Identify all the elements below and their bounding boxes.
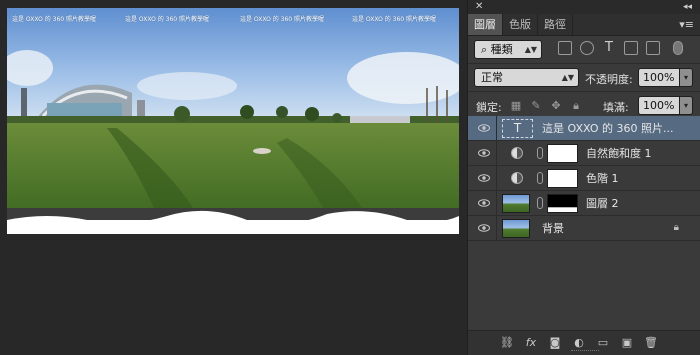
filter-pixel-layers-icon[interactable] bbox=[558, 41, 572, 55]
blend-mode-value: 正常 bbox=[481, 71, 503, 84]
panel-menu-icon[interactable]: ▾≡ bbox=[679, 18, 694, 31]
link-icon[interactable] bbox=[537, 172, 543, 184]
group-icon[interactable]: ▭ bbox=[596, 336, 610, 350]
chevron-updown-icon: ▲▼ bbox=[524, 45, 537, 54]
fx-icon[interactable]: fx bbox=[524, 336, 538, 350]
watermark-text: 這是 OXXO 的 360 照片教學喔 bbox=[12, 16, 96, 23]
document-canvas-area: 這是 OXXO 的 360 照片教學喔 這是 OXXO 的 360 照片教學喔 … bbox=[0, 0, 466, 355]
layer-filter-dropdown[interactable]: ⌕ 種類 ▲▼ bbox=[474, 40, 542, 59]
layer-name: 這是 OXXO 的 360 照片... bbox=[542, 122, 674, 135]
watermark-text: 這是 OXXO 的 360 照片教學喔 bbox=[352, 16, 436, 23]
fill-label: 填滿: bbox=[603, 101, 629, 114]
divider bbox=[496, 191, 497, 216]
eye-icon[interactable] bbox=[478, 197, 490, 209]
filter-type-layers-icon[interactable]: T bbox=[602, 41, 616, 55]
text-layer-thumbnail-icon: T bbox=[502, 119, 533, 138]
layer-thumbnail bbox=[502, 219, 530, 238]
layer-filter-row: ⌕ 種類 ▲▼ T bbox=[468, 36, 700, 64]
layer-row-background[interactable]: 背景 🔒︎ bbox=[468, 216, 700, 241]
link-icon[interactable] bbox=[537, 147, 543, 159]
tab-paths[interactable]: 路徑 bbox=[538, 14, 573, 35]
add-mask-icon[interactable]: ◙ bbox=[548, 336, 562, 350]
opacity-label: 不透明度: bbox=[585, 73, 633, 86]
filter-adjustment-layers-icon[interactable] bbox=[580, 41, 594, 55]
lock-icon: 🔒︎ bbox=[673, 222, 679, 233]
close-icon[interactable]: ✕ bbox=[475, 0, 483, 14]
fill-slider-toggle[interactable]: ▾ bbox=[679, 96, 693, 115]
eye-icon[interactable] bbox=[478, 122, 490, 134]
layer-row-layer2[interactable]: 圖層 2 bbox=[468, 191, 700, 216]
chevron-updown-icon: ▲▼ bbox=[561, 73, 574, 82]
document-image[interactable]: 這是 OXXO 的 360 照片教學喔 這是 OXXO 的 360 照片教學喔 … bbox=[7, 8, 459, 234]
tab-channels[interactable]: 色版 bbox=[503, 14, 538, 35]
link-layers-icon[interactable]: ⛓ bbox=[500, 336, 514, 350]
layer-mask-thumbnail[interactable] bbox=[547, 194, 578, 213]
layer-mask-thumbnail[interactable] bbox=[547, 144, 578, 163]
layers-panel-footer: ⛓ fx ◙ ◐ ▭ ▣ 🗑︎ bbox=[468, 330, 700, 355]
adjustment-layer-icon bbox=[511, 147, 523, 159]
opacity-input[interactable]: 100% bbox=[638, 68, 680, 87]
panel-tabs: 圖層 色版 路徑 ▾≡ bbox=[468, 14, 700, 36]
panorama-image bbox=[7, 8, 459, 234]
link-icon[interactable] bbox=[537, 197, 543, 209]
adjustment-layer-icon bbox=[511, 172, 523, 184]
divider bbox=[496, 116, 497, 141]
layer-thumbnail bbox=[502, 194, 530, 213]
lock-all-icon[interactable]: 🔒︎ bbox=[570, 100, 582, 112]
new-layer-icon[interactable]: ▣ bbox=[620, 336, 634, 350]
lock-label: 鎖定: bbox=[476, 101, 502, 114]
filter-smart-objects-icon[interactable] bbox=[646, 41, 660, 55]
divider bbox=[496, 216, 497, 241]
opacity-slider-toggle[interactable]: ▾ bbox=[679, 68, 693, 87]
filter-toggle-icon[interactable] bbox=[673, 41, 683, 55]
layer-name: 背景 bbox=[542, 222, 564, 235]
layer-filter-value: 種類 bbox=[490, 43, 513, 56]
layer-name: 自然飽和度 1 bbox=[586, 147, 652, 160]
adjustment-icon[interactable]: ◐ bbox=[572, 336, 586, 350]
tab-layers[interactable]: 圖層 bbox=[468, 14, 503, 35]
layer-row-text[interactable]: T 這是 OXXO 的 360 照片... bbox=[468, 116, 700, 141]
layer-name: 圖層 2 bbox=[586, 197, 619, 210]
lock-position-icon[interactable]: ✥ bbox=[550, 100, 562, 112]
watermark-text: 這是 OXXO 的 360 照片教學喔 bbox=[240, 16, 324, 23]
panel-title-bar: ✕ ◂◂ bbox=[468, 0, 700, 14]
blend-mode-row: 正常 ▲▼ 不透明度: 100% ▾ bbox=[468, 64, 700, 92]
search-icon: ⌕ bbox=[481, 43, 488, 56]
divider bbox=[496, 141, 497, 166]
collapse-panel-icon[interactable]: ◂◂ bbox=[683, 0, 692, 14]
filter-shape-layers-icon[interactable] bbox=[624, 41, 638, 55]
trash-icon[interactable]: 🗑︎ bbox=[644, 336, 658, 350]
blend-mode-dropdown[interactable]: 正常 ▲▼ bbox=[474, 68, 579, 87]
resize-grip[interactable] bbox=[571, 350, 599, 353]
divider bbox=[496, 166, 497, 191]
layer-mask-thumbnail[interactable] bbox=[547, 169, 578, 188]
lock-image-pixels-icon[interactable]: ✎ bbox=[530, 100, 542, 112]
layers-list: T 這是 OXXO 的 360 照片... 自然飽和度 1 色階 1 圖層 2 … bbox=[468, 116, 700, 241]
lock-transparent-pixels-icon[interactable]: ▦ bbox=[510, 100, 522, 112]
fill-input[interactable]: 100% bbox=[638, 96, 680, 115]
layers-panel: ✕ ◂◂ 圖層 色版 路徑 ▾≡ ⌕ 種類 ▲▼ T 正常 ▲▼ 不透明度: 1… bbox=[467, 0, 700, 355]
layer-name: 色階 1 bbox=[586, 172, 619, 185]
layer-row-levels[interactable]: 色階 1 bbox=[468, 166, 700, 191]
watermark-text: 這是 OXXO 的 360 照片教學喔 bbox=[125, 16, 209, 23]
eye-icon[interactable] bbox=[478, 147, 490, 159]
eye-icon[interactable] bbox=[478, 172, 490, 184]
eye-icon[interactable] bbox=[478, 222, 490, 234]
layer-row-vibrance[interactable]: 自然飽和度 1 bbox=[468, 141, 700, 166]
